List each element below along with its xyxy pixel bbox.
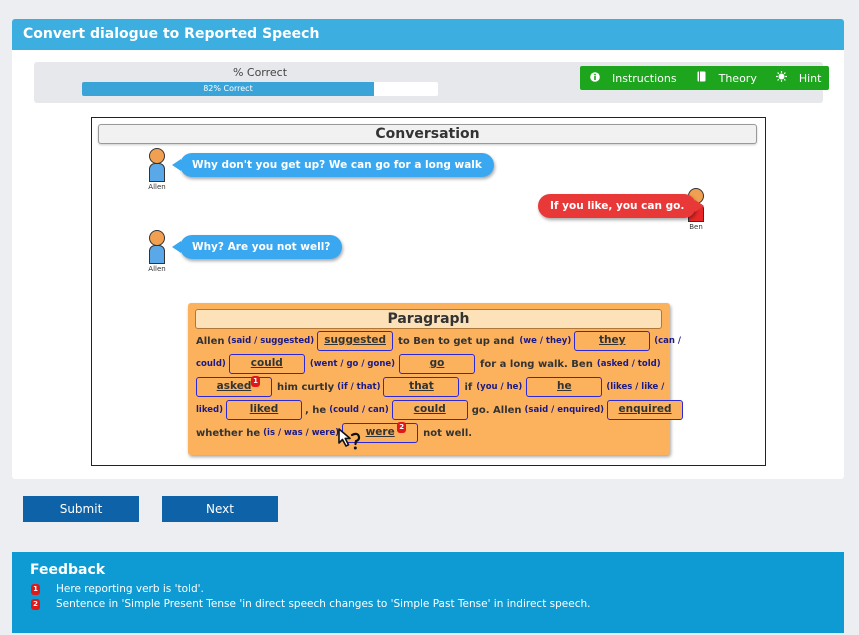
paragraph-line: could) could (went / go / gone) go for a…	[196, 354, 661, 374]
text-segment: for a long walk. Ben	[480, 358, 593, 370]
answer-text: asked	[216, 380, 252, 392]
instructions-button[interactable]: Instructions	[580, 72, 687, 85]
options-hint: (is / was / were)	[263, 428, 340, 438]
conversation-panel: Conversation Allen Why don't you get up?…	[91, 117, 766, 466]
avatar-body	[149, 245, 165, 264]
avatar-body	[149, 163, 165, 182]
feedback-marker: 1	[251, 376, 260, 387]
mouse-cursor-icon	[338, 428, 361, 450]
avatar-allen: Allen	[145, 148, 169, 191]
avatar-head	[149, 230, 165, 246]
paragraph-title: Paragraph	[195, 309, 662, 329]
theory-label: Theory	[718, 71, 757, 85]
submit-button[interactable]: Submit	[23, 496, 139, 522]
progress-bar: 82% Correct	[82, 82, 438, 96]
conversation-title: Conversation	[98, 124, 757, 144]
speech-bubble: Why? Are you not well?	[171, 235, 343, 259]
feedback-title: Feedback	[30, 562, 106, 578]
next-button[interactable]: Next	[162, 496, 278, 522]
options-hint: (you / he)	[476, 382, 523, 392]
paragraph-line: liked) liked , he (could / can) could go…	[196, 400, 684, 420]
answer-blank[interactable]: could	[228, 354, 305, 374]
theory-button[interactable]: Theory	[687, 71, 767, 85]
text-segment: him curtly	[277, 381, 335, 393]
paragraph-line: Allen (said / suggested) suggested to Be…	[196, 331, 681, 351]
answer-blank[interactable]: liked	[226, 400, 302, 420]
hint-label: Hint	[798, 71, 822, 85]
paragraph-line: whether he (is / was / were) were 2 not w…	[196, 422, 473, 443]
instructions-label: Instructions	[612, 71, 677, 85]
paragraph-line: asked 1 him curtly (if / that) that if (y…	[196, 376, 665, 397]
options-hint: (likes / like /	[606, 382, 665, 392]
feedback-text: Here reporting verb is 'told'.	[56, 583, 204, 595]
speaker-name: Allen	[148, 265, 166, 273]
feedback-item: 1 Here reporting verb is 'told'.	[31, 583, 204, 595]
options-hint: liked)	[196, 405, 223, 415]
progress-label: % Correct	[232, 66, 288, 79]
answer-blank[interactable]: they	[574, 331, 651, 351]
options-hint: (we / they)	[519, 336, 572, 346]
answer-blank[interactable]: could	[391, 400, 468, 420]
page-title: Convert dialogue to Reported Speech	[12, 19, 844, 50]
speech-bubble: Why don't you get up? We can go for a lo…	[172, 153, 494, 177]
options-hint: (said / enquired)	[524, 405, 605, 415]
book-icon	[695, 71, 709, 85]
feedback-text: Sentence in 'Simple Present Tense 'in di…	[56, 598, 591, 610]
options-hint: (asked / told)	[596, 359, 661, 369]
text-segment: go. Allen	[471, 404, 522, 416]
info-icon	[588, 71, 602, 85]
text-segment: to Ben to get up and	[398, 335, 515, 347]
speech-bubble: If you like, you can go.	[538, 194, 705, 218]
toolbar: Instructions Theory Hint	[580, 66, 829, 90]
text-segment: Allen	[196, 335, 225, 347]
options-hint: could)	[196, 359, 226, 369]
text-segment: not well.	[423, 427, 473, 439]
answer-text: were	[365, 426, 395, 438]
avatar-head	[149, 148, 165, 164]
text-segment: whether he	[196, 427, 261, 439]
answer-blank[interactable]: go	[399, 354, 476, 374]
progress-panel: % Correct 82% Correct Instructions Theor…	[34, 62, 829, 103]
lightbulb-icon	[775, 71, 789, 85]
progress-fill: 82% Correct	[82, 82, 374, 96]
text-segment: , he	[305, 404, 327, 416]
speaker-name: Ben	[689, 223, 703, 231]
options-hint: (can /	[654, 336, 681, 346]
feedback-marker: 2	[31, 598, 40, 610]
answer-blank[interactable]: enquired	[607, 400, 684, 420]
feedback-marker: 2	[397, 422, 407, 433]
speaker-name: Allen	[148, 183, 166, 191]
answer-blank[interactable]: asked 1	[196, 376, 272, 397]
answer-blank[interactable]: that	[383, 377, 460, 397]
answer-blank[interactable]: suggested	[317, 331, 394, 351]
text-segment: if	[464, 381, 473, 393]
feedback-item: 2 Sentence in 'Simple Present Tense 'in …	[31, 598, 590, 610]
feedback-panel: Feedback 1 Here reporting verb is 'told'…	[12, 552, 844, 633]
options-hint: (went / go / gone)	[309, 359, 396, 369]
feedback-marker: 1	[31, 583, 40, 595]
paragraph-panel: Paragraph Allen (said / suggested) sugge…	[188, 303, 684, 455]
exercise-card: Convert dialogue to Reported Speech % Co…	[12, 19, 844, 479]
options-hint: (if / that)	[337, 382, 381, 392]
answer-blank[interactable]: he	[526, 377, 603, 397]
avatar-allen: Allen	[145, 230, 169, 273]
options-hint: (said / suggested)	[227, 336, 315, 346]
options-hint: (could / can)	[329, 405, 389, 415]
hint-button[interactable]: Hint	[767, 71, 832, 85]
